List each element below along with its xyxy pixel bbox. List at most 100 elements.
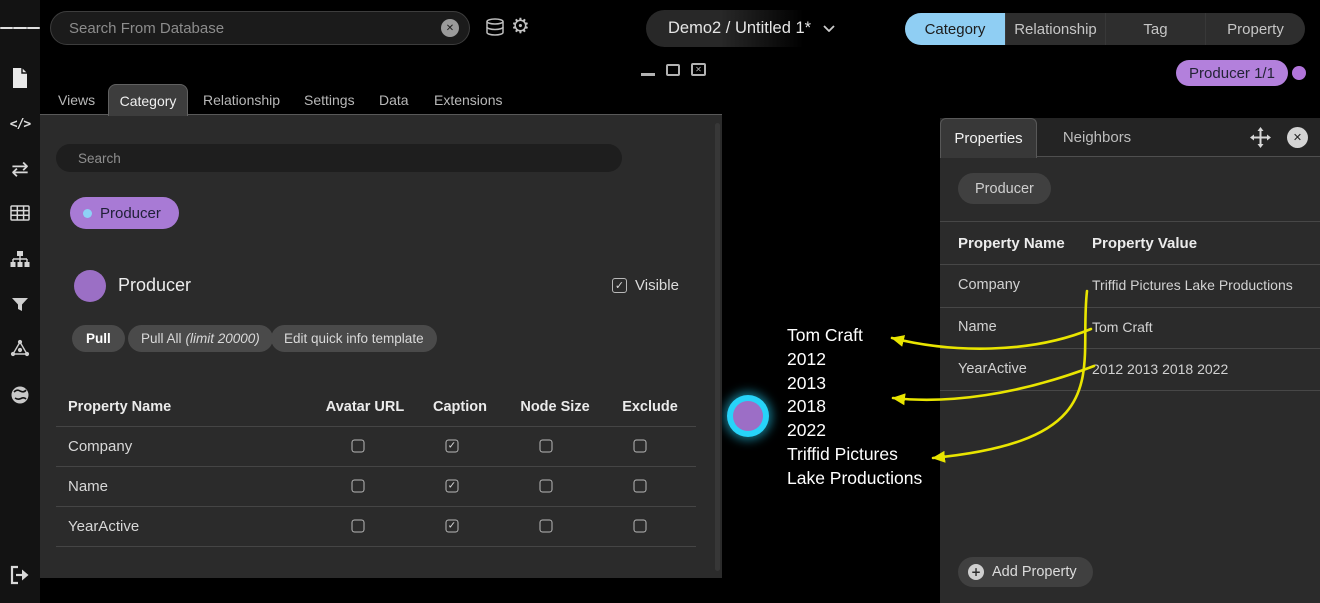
divider bbox=[940, 264, 1320, 265]
mode-tab-property[interactable]: Property bbox=[1205, 13, 1305, 45]
menu-icon[interactable] bbox=[0, 10, 40, 46]
col-property-name: Property Name bbox=[68, 399, 171, 415]
divider bbox=[940, 307, 1320, 308]
edit-quick-info-button[interactable]: Edit quick info template bbox=[271, 325, 437, 352]
document-title: Demo2 / Untitled 1* bbox=[668, 19, 811, 38]
divider bbox=[940, 390, 1320, 391]
network-icon[interactable] bbox=[0, 330, 40, 366]
graph-node-producer[interactable] bbox=[727, 395, 769, 437]
node-label: 2022 bbox=[787, 419, 922, 443]
property-value: Triffid Pictures Lake Productions bbox=[1092, 277, 1293, 293]
visible-checkbox[interactable]: ✓ bbox=[612, 278, 627, 293]
pull-button[interactable]: Pull bbox=[72, 325, 125, 352]
visible-toggle[interactable]: ✓ Visible bbox=[612, 277, 679, 294]
table-row-name: YearActive bbox=[68, 518, 139, 535]
clear-search-icon[interactable]: ✕ bbox=[441, 19, 459, 37]
tab-neighbors[interactable]: Neighbors bbox=[1052, 118, 1142, 157]
mode-tab-relationship[interactable]: Relationship bbox=[1005, 13, 1105, 45]
tab-settings[interactable]: Settings bbox=[304, 84, 355, 115]
checkbox-yearactive-nodesize[interactable] bbox=[540, 520, 553, 533]
col-property-value: Property Value bbox=[1092, 235, 1197, 252]
category-panel: Producer Producer ✓ Visible Pull Pull Al… bbox=[40, 114, 722, 578]
checkbox-company-nodesize[interactable] bbox=[540, 440, 553, 453]
database-search: ✕ bbox=[50, 11, 470, 45]
table-icon[interactable] bbox=[0, 195, 40, 231]
mode-tab-tag[interactable]: Tag bbox=[1105, 13, 1205, 45]
divider bbox=[940, 348, 1320, 349]
properties-panel-tabs: Properties Neighbors ✕ bbox=[940, 118, 1320, 157]
checkbox-company-caption[interactable]: ✓ bbox=[446, 440, 459, 453]
property-name: Name bbox=[958, 319, 997, 335]
checkbox-name-nodesize[interactable] bbox=[540, 480, 553, 493]
divider bbox=[56, 426, 696, 427]
property-value: Tom Craft bbox=[1092, 319, 1153, 335]
node-label: 2018 bbox=[787, 395, 922, 419]
panel-category-chip[interactable]: Producer bbox=[958, 173, 1051, 204]
checkbox-name-avatar[interactable] bbox=[352, 480, 365, 493]
checkbox-yearactive-avatar[interactable] bbox=[352, 520, 365, 533]
property-name: YearActive bbox=[958, 361, 1027, 377]
property-value: 2012 2013 2018 2022 bbox=[1092, 361, 1228, 377]
col-caption: Caption bbox=[433, 399, 487, 415]
panel-search-input[interactable] bbox=[56, 151, 622, 166]
tab-data[interactable]: Data bbox=[379, 84, 409, 115]
maximize-icon[interactable] bbox=[666, 64, 680, 76]
logout-icon[interactable] bbox=[0, 557, 40, 593]
tab-category[interactable]: Category bbox=[108, 84, 188, 116]
node-label: 2012 bbox=[787, 348, 922, 372]
checkbox-company-exclude[interactable] bbox=[634, 440, 647, 453]
col-node-size: Node Size bbox=[520, 399, 589, 415]
file-icon[interactable] bbox=[0, 60, 40, 96]
col-avatar-url: Avatar URL bbox=[326, 399, 404, 415]
panel-scrollbar[interactable] bbox=[715, 123, 720, 571]
checkbox-name-exclude[interactable] bbox=[634, 480, 647, 493]
hierarchy-icon[interactable] bbox=[0, 241, 40, 277]
close-panel-icon[interactable]: ✕ bbox=[1287, 127, 1308, 148]
selection-count-badge[interactable]: Producer 1/1 bbox=[1176, 60, 1288, 86]
window-controls: ✕ bbox=[641, 62, 706, 76]
swap-arrows-icon[interactable]: ⇄ bbox=[0, 151, 40, 187]
category-chip-producer[interactable]: Producer bbox=[70, 197, 179, 229]
checkbox-yearactive-exclude[interactable] bbox=[634, 520, 647, 533]
tab-relationship[interactable]: Relationship bbox=[203, 84, 280, 115]
close-window-icon[interactable]: ✕ bbox=[691, 63, 706, 76]
property-name: Company bbox=[958, 277, 1020, 293]
tab-properties[interactable]: Properties bbox=[940, 118, 1037, 158]
sidebar: </> ⇄ bbox=[0, 0, 40, 603]
table-row-name: Company bbox=[68, 438, 132, 455]
node-label: Triffid Pictures bbox=[787, 443, 922, 467]
settings-gear-icon[interactable]: ⚙ bbox=[511, 16, 530, 38]
minimize-icon[interactable] bbox=[641, 73, 655, 76]
panel-search bbox=[56, 144, 622, 172]
tab-extensions[interactable]: Extensions bbox=[434, 84, 502, 115]
add-property-button[interactable]: + Add Property bbox=[958, 557, 1093, 587]
properties-panel: Properties Neighbors ✕ Producer Property… bbox=[940, 118, 1320, 603]
table-row-name: Name bbox=[68, 478, 108, 495]
graph-node-labels: Tom Craft 2012 2013 2018 2022 Triffid Pi… bbox=[787, 324, 922, 491]
category-title: Producer bbox=[118, 275, 191, 296]
database-search-input[interactable] bbox=[51, 20, 441, 37]
code-icon[interactable]: </> bbox=[0, 106, 40, 142]
plus-icon: + bbox=[968, 564, 984, 580]
checkbox-yearactive-caption[interactable]: ✓ bbox=[446, 520, 459, 533]
app-window: </> ⇄ ✕ ⚙ Demo2 / Untitled 1* bbox=[0, 0, 1320, 603]
document-title-dropdown[interactable]: Demo2 / Untitled 1* bbox=[646, 10, 878, 47]
node-label: Lake Productions bbox=[787, 467, 922, 491]
tab-views[interactable]: Views bbox=[58, 84, 95, 115]
divider bbox=[56, 466, 696, 467]
graph-node-fill bbox=[733, 401, 763, 431]
move-panel-icon[interactable] bbox=[1250, 127, 1271, 153]
checkbox-company-avatar[interactable] bbox=[352, 440, 365, 453]
chip-dot bbox=[83, 209, 92, 218]
database-icon[interactable] bbox=[485, 18, 505, 42]
pull-all-button[interactable]: Pull All (limit 20000) bbox=[128, 325, 273, 352]
divider bbox=[940, 221, 1320, 222]
divider bbox=[56, 546, 696, 547]
checkbox-name-caption[interactable]: ✓ bbox=[446, 480, 459, 493]
mode-tabs: Category Relationship Tag Property bbox=[905, 13, 1305, 45]
category-avatar bbox=[74, 270, 106, 302]
mode-tab-category[interactable]: Category bbox=[905, 13, 1005, 45]
col-exclude: Exclude bbox=[622, 399, 678, 415]
filter-icon[interactable] bbox=[0, 286, 40, 322]
globe-icon[interactable] bbox=[0, 377, 40, 413]
